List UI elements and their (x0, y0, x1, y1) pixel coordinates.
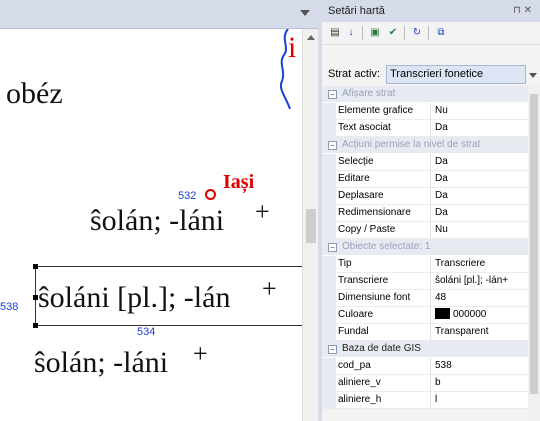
active-layer-row: Strat activ: Transcrieri fonetice (322, 65, 540, 85)
property-row[interactable]: Culoare 000000 (322, 307, 528, 324)
city-label-iasi: Iași (223, 171, 255, 193)
toolbar-separator (404, 26, 405, 40)
toolbar-separator (362, 26, 363, 40)
apply-icon[interactable]: ✔ (386, 26, 400, 39)
plus-mark-2: + (262, 274, 277, 303)
river-line (280, 29, 291, 109)
categorized-icon[interactable]: ▤ (328, 26, 342, 39)
point-label-532: 532 (178, 190, 197, 202)
transcription-obez[interactable]: obéz (6, 77, 63, 111)
plus-mark-3: + (193, 339, 208, 368)
transcription-line-2-selected[interactable]: ŝoláni [pl.]; -lán (38, 281, 230, 315)
property-row[interactable]: Selecție Da (322, 154, 528, 171)
layers-icon[interactable]: ⧉ (434, 26, 448, 39)
property-row[interactable]: Dimensiune font 48 (322, 290, 528, 307)
property-row[interactable]: Fundal Transparent (322, 324, 528, 341)
property-row[interactable]: Text asociat Da (322, 120, 528, 137)
collapse-icon[interactable]: − (328, 345, 337, 354)
property-row[interactable]: Editare Da (322, 171, 528, 188)
city-marker-icon[interactable] (205, 189, 216, 200)
collapse-icon[interactable]: − (328, 90, 337, 99)
dropdown-arrow-icon[interactable] (300, 10, 310, 16)
property-row[interactable]: Elemente grafice Nu (322, 103, 528, 120)
transcription-line-1[interactable]: ŝolán; -láni (90, 204, 224, 238)
active-layer-value: Transcrieri fonetice (390, 68, 484, 80)
map-settings-panel: Setări hartă ⊓ ✕ ▤ ↓ ▣ ✔ ↻ ⧉ Strat activ… (322, 0, 540, 421)
property-row[interactable]: aliniere_v b (322, 375, 528, 392)
active-layer-label: Strat activ: (328, 68, 380, 80)
collapse-icon[interactable]: − (328, 243, 337, 252)
resize-handle-bottom-left[interactable] (33, 323, 38, 328)
pin-icon[interactable]: ⊓ ✕ (513, 0, 532, 22)
property-row[interactable]: Transcriere ŝoláni [pl.]; -lán+ (322, 273, 528, 290)
sort-alpha-icon[interactable]: ↓ (344, 26, 358, 39)
property-row[interactable]: Copy / Paste Nu (322, 222, 528, 239)
active-layer-select[interactable]: Transcrieri fonetice (386, 65, 537, 84)
refresh-icon[interactable]: ↻ (410, 26, 424, 39)
panel-title-text: Setări hartă (328, 5, 385, 17)
collapse-icon[interactable]: − (328, 141, 337, 150)
property-row[interactable]: Redimensionare Da (322, 205, 528, 222)
property-row[interactable]: aliniere_h l (322, 392, 528, 409)
panel-toolbar: ▤ ↓ ▣ ✔ ↻ ⧉ (322, 22, 540, 45)
map-header (0, 0, 320, 29)
property-row[interactable]: Tip Transcriere (322, 256, 528, 273)
point-label-538: 538 (0, 301, 19, 313)
resize-handle-top-left[interactable] (33, 264, 38, 269)
panel-vertical-scrollbar[interactable] (528, 86, 540, 421)
map-fragment-letter: i (288, 31, 297, 64)
scroll-thumb[interactable] (306, 209, 316, 243)
scroll-thumb[interactable] (530, 94, 538, 394)
property-row[interactable]: Deplasare Da (322, 188, 528, 205)
property-pages-icon[interactable]: ▣ (368, 26, 382, 39)
category-afisare-strat[interactable]: − Afișare strat (322, 86, 528, 103)
property-row[interactable]: cod_pa 538 (322, 358, 528, 375)
color-swatch[interactable] (435, 307, 450, 319)
property-grid: − Afișare strat Elemente grafice Nu Text … (322, 86, 528, 409)
point-label-534: 534 (137, 326, 156, 338)
panel-title: Setări hartă ⊓ ✕ (322, 0, 540, 22)
transcription-line-3[interactable]: ŝolán; -láni (34, 346, 168, 380)
chevron-down-icon[interactable] (529, 73, 537, 78)
plus-mark-1: + (255, 197, 270, 226)
map-vertical-scrollbar[interactable] (302, 29, 319, 421)
category-actiuni-permise[interactable]: − Acțiuni permise la nivel de strat (322, 137, 528, 154)
toolbar-separator (428, 26, 429, 40)
category-baza-de-date-gis[interactable]: − Baza de date GIS (322, 341, 528, 358)
category-obiecte-selectate[interactable]: − Obiecte selectate: 1 (322, 239, 528, 256)
scroll-up-icon[interactable] (307, 35, 315, 40)
map-canvas[interactable]: i obéz 532 Iași ŝolán; -láni + 538 ŝolán… (0, 29, 302, 421)
